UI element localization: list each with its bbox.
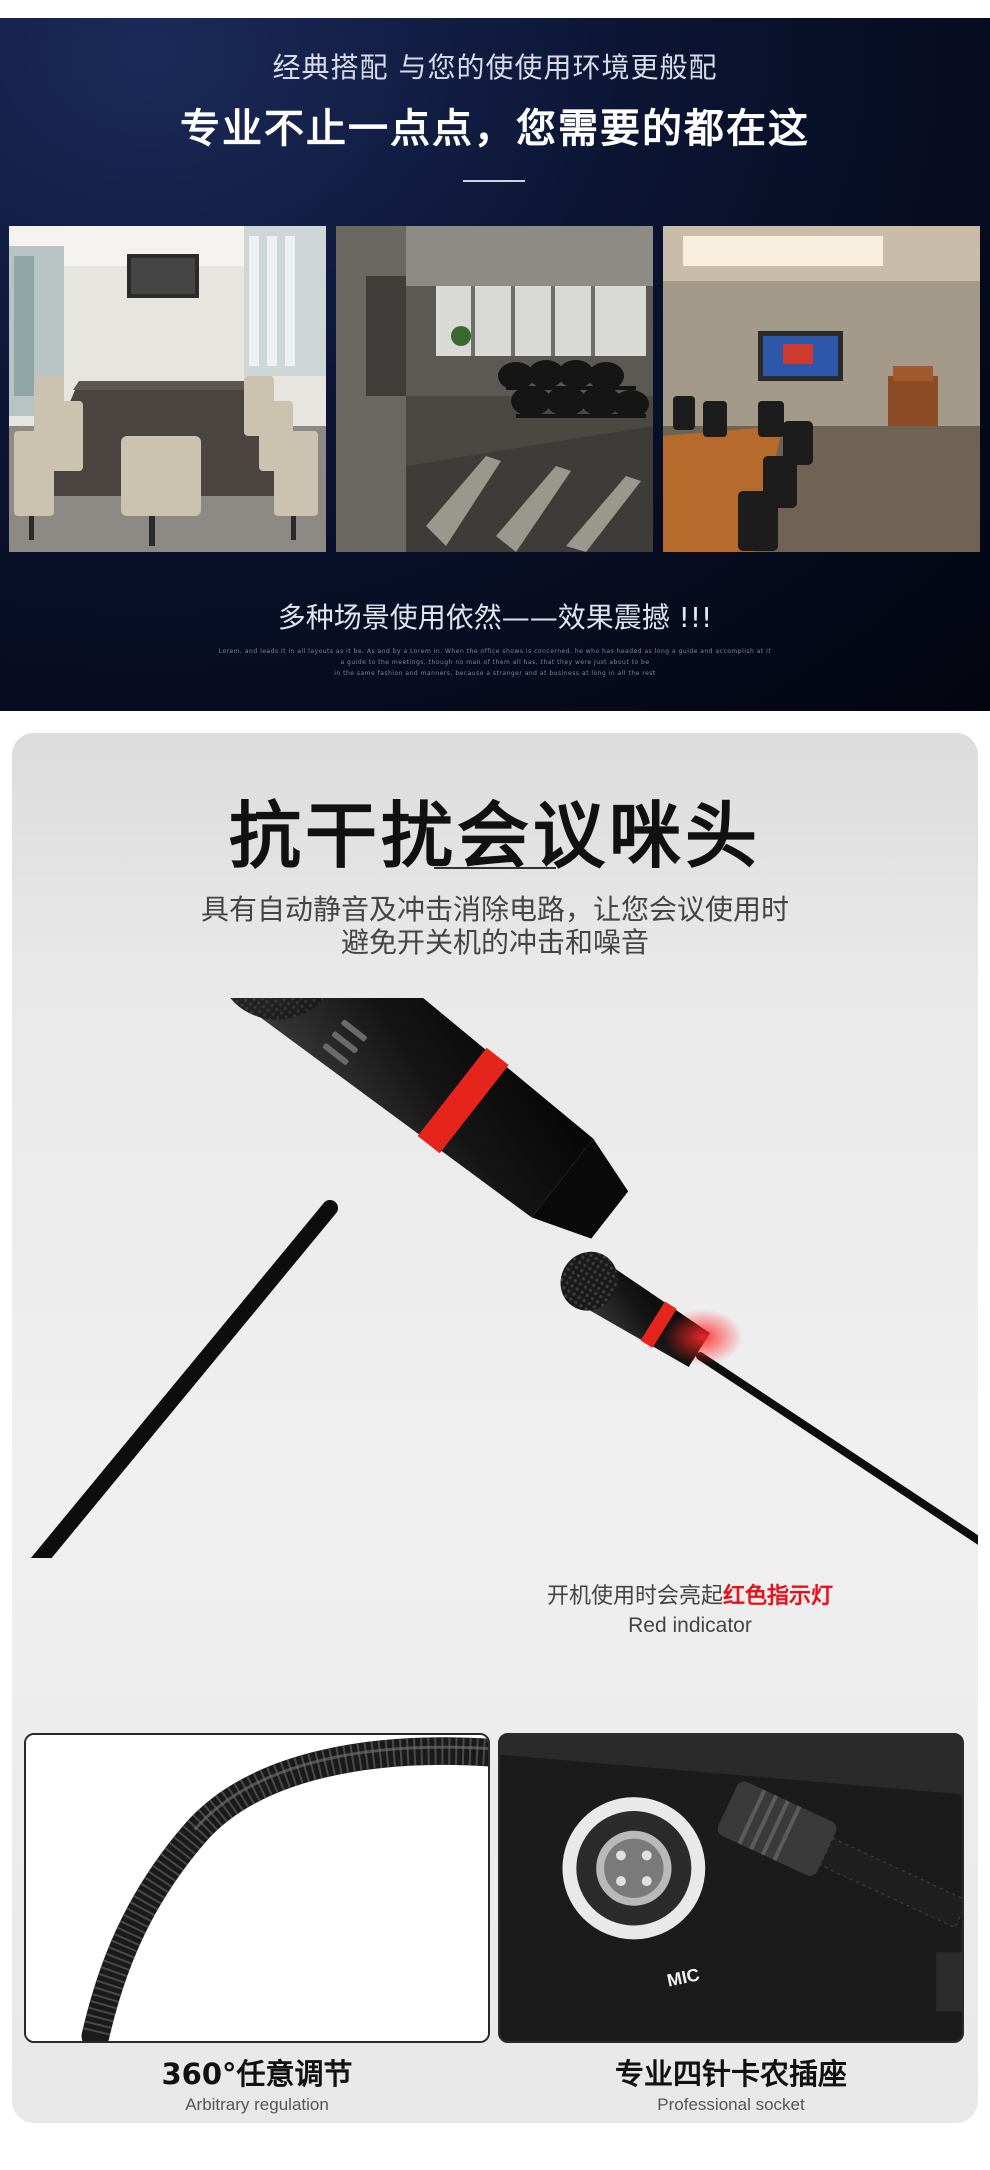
conference-hall-photo: [663, 226, 980, 552]
banner-subtitle: 经典搭配 与您的使使用环境更般配: [272, 51, 718, 84]
microphone-feature-panel: 抗干扰会议咪头 具有自动静音及冲击消除电路，让您会议使用时 避免开关机的冲击和噪…: [12, 733, 978, 2123]
microphone-large: [215, 998, 629, 1239]
feature-rotation-title: 360°任意调节: [161, 2057, 353, 2091]
gooseneck-small: [696, 1352, 978, 1545]
fine-print-line-2: a guide to the meetings, though no man o…: [340, 659, 650, 666]
scenes-banner: 经典搭配 与您的使使用环境更般配 专业不止一点点，您需要的都在这 多种场景使用依…: [0, 18, 990, 711]
socket-card: MIC: [498, 1733, 964, 2043]
gooseneck-large: [30, 1200, 338, 1558]
feature-socket-title: 专业四针卡农插座: [614, 2057, 847, 2091]
feature-socket-subtitle: Professional socket: [657, 2095, 805, 2114]
banner-divider: [463, 180, 525, 182]
indicator-prefix: 开机使用时会亮起: [546, 1584, 723, 1609]
feature-rotation-subtitle: Arbitrary regulation: [185, 2095, 329, 2114]
gooseneck-card: [24, 1733, 490, 2043]
training-room-photo: [336, 226, 653, 552]
feature-description-line-1: 具有自动静音及冲击消除电路，让您会议使用时: [200, 893, 789, 926]
feature-description-line-2: 避免开关机的冲击和噪音: [340, 926, 649, 959]
fine-print-line-3: in the same fashion and manners, because…: [334, 670, 656, 677]
indicator-text-cn: 开机使用时会亮起红色指示灯: [480, 1578, 900, 1610]
feature-description: 具有自动静音及冲击消除电路，让您会议使用时 避免开关机的冲击和噪音: [12, 893, 978, 959]
red-indicator-note: 开机使用时会亮起红色指示灯 Red indicator: [480, 1578, 900, 1638]
red-indicator-glow: [663, 1309, 743, 1365]
fine-print-line-1: Lorem, and leads it in all layouts as it…: [218, 648, 772, 655]
banner-caption: 多种场景使用依然——效果震撼 !!!: [277, 601, 713, 634]
indicator-highlight: 红色指示灯: [723, 1584, 834, 1609]
microphone-illustration: [30, 998, 978, 1558]
feature-rotation: 360°任意调节 Arbitrary regulation: [24, 2051, 490, 2115]
long-boardroom-photo: [9, 226, 326, 552]
banner-headline: 专业不止一点点，您需要的都在这: [180, 106, 810, 152]
feature-title-underline: [434, 867, 556, 869]
feature-socket: 专业四针卡农插座 Professional socket: [498, 2051, 964, 2115]
indicator-text-en: Red indicator: [628, 1614, 752, 1637]
